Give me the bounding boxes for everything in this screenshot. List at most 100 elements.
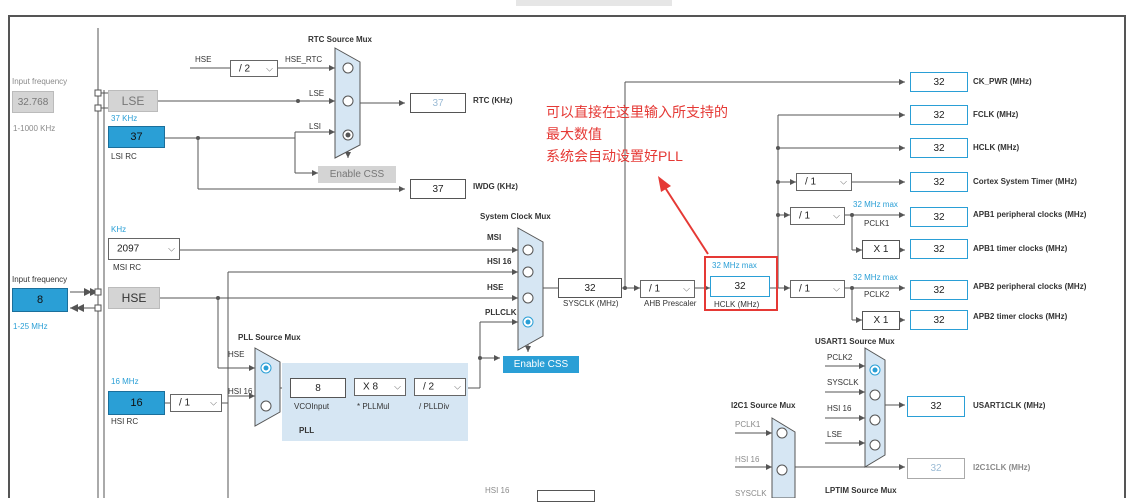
pll-mux-hsi16-label: HSI 16 <box>228 387 253 396</box>
sys-mux-msi-label: MSI <box>487 233 502 242</box>
rtc-hse-label: HSE <box>195 55 212 64</box>
chevron-down-icon: ⌵ <box>168 243 175 254</box>
chevron-down-icon: ⌵ <box>454 381 461 392</box>
apb2-peripheral-label: APB2 peripheral clocks (MHz) <box>973 282 1087 291</box>
i2c1-mux-title: I2C1 Source Mux <box>731 401 796 410</box>
ahb-prescaler-select[interactable]: / 1 ⌵ <box>640 280 695 298</box>
i2c1-hsi16-label: HSI 16 <box>735 455 760 464</box>
sysclk-value[interactable]: 32 <box>558 278 622 298</box>
usart1-lse-label: LSE <box>827 430 843 439</box>
pll-mux-hse-label: HSE <box>228 350 245 359</box>
fclk-label: FCLK (MHz) <box>973 110 1019 119</box>
apb2-peripheral-value[interactable]: 32 <box>910 280 968 300</box>
hse-range: 1-25 MHz <box>13 322 48 331</box>
ahb-prescaler-label: AHB Prescaler <box>644 299 697 308</box>
annotation-line3: 系统会自动设置好PLL <box>546 148 683 164</box>
lse-range: 1-1000 KHz <box>13 124 56 133</box>
cortex-timer-divider-select[interactable]: / 1 ⌵ <box>796 173 852 191</box>
apb2-timer-value[interactable]: 32 <box>910 310 968 330</box>
usart1clk-label: USART1CLK (MHz) <box>973 401 1046 410</box>
chevron-down-icon: ⌵ <box>394 381 401 392</box>
apb1-peripheral-value[interactable]: 32 <box>910 207 968 227</box>
annotation-line2: 最大数值 <box>546 126 602 142</box>
rtc-hse-divider-select[interactable]: / 2 ⌵ <box>230 60 278 77</box>
pll-mul-label: * PLLMul <box>357 402 390 411</box>
pll-mul-select[interactable]: X 8 ⌵ <box>354 378 406 396</box>
iwdg-label: IWDG (KHz) <box>473 182 518 191</box>
hse-oscillator[interactable]: HSE <box>108 287 160 309</box>
usart1-hsi16-label: HSI 16 <box>827 404 852 413</box>
sys-mux-hsi16-label: HSI 16 <box>487 257 512 266</box>
apb2-timer-label: APB2 timer clocks (MHz) <box>973 312 1068 321</box>
msi-rc-label: MSI RC <box>113 263 141 272</box>
sys-mux-hse-label: HSE <box>487 283 504 292</box>
ck-pwr-value[interactable]: 32 <box>910 72 968 92</box>
hse-rtc-label: HSE_RTC <box>285 55 323 64</box>
vco-input-value[interactable]: 8 <box>290 378 346 398</box>
apb1-timer-value[interactable]: 32 <box>910 239 968 259</box>
bottom-partial-box <box>537 490 595 502</box>
ck-pwr-label: CK_PWR (MHz) <box>973 77 1032 86</box>
apb1-timer-multiplier: X 1 <box>862 240 900 259</box>
hse-input-frequency-value[interactable]: 8 <box>12 288 68 312</box>
iwdg-value[interactable]: 37 <box>410 179 466 199</box>
hsi-rc-value[interactable]: 16 <box>108 391 165 415</box>
apb1-prescaler-select[interactable]: / 1 ⌵ <box>790 207 845 225</box>
pll-div-select[interactable]: / 2 ⌵ <box>414 378 466 396</box>
hclk-out-value[interactable]: 32 <box>910 138 968 158</box>
hsi-rc-label: HSI RC <box>111 417 139 426</box>
pclk1-label: PCLK1 <box>864 219 890 228</box>
pll-mux-title: PLL Source Mux <box>238 333 301 342</box>
chevron-down-icon: ⌵ <box>210 397 217 408</box>
rtc-output-label: RTC (KHz) <box>473 96 513 105</box>
msi-frequency-select[interactable]: 2097 ⌵ <box>108 238 180 260</box>
apb2-timer-multiplier: X 1 <box>862 311 900 330</box>
lsi-rc-value[interactable]: 37 <box>108 126 165 148</box>
chevron-down-icon: ⌵ <box>840 176 847 187</box>
cortex-timer-value[interactable]: 32 <box>910 172 968 192</box>
sys-mux-pllclk-label: PLLCLK <box>485 308 517 317</box>
hsi-frequency: 16 MHz <box>111 377 139 386</box>
apb2-max: 32 MHz max <box>853 273 898 282</box>
usart1clk-value[interactable]: 32 <box>907 396 965 417</box>
lse-input-frequency-label: Input frequency <box>12 77 68 86</box>
hclk-out-label: HCLK (MHz) <box>973 143 1020 152</box>
apb2-prescaler-select[interactable]: / 1 ⌵ <box>790 280 845 298</box>
rtc-lse-label: LSE <box>309 89 325 98</box>
apb1-timer-label: APB1 timer clocks (MHz) <box>973 244 1068 253</box>
apb1-max: 32 MHz max <box>853 200 898 209</box>
cortex-timer-label: Cortex System Timer (MHz) <box>973 177 1077 186</box>
pll-div-label: / PLLDiv <box>419 402 450 411</box>
apb1-peripheral-label: APB1 peripheral clocks (MHz) <box>973 210 1087 219</box>
i2c1clk-value[interactable]: 32 <box>907 458 965 479</box>
hse-input-frequency-label: Input frequency <box>12 275 68 284</box>
chevron-down-icon: ⌵ <box>266 63 273 73</box>
lse-input-frequency-value[interactable]: 32.768 <box>12 91 54 113</box>
rtc-mux-title: RTC Source Mux <box>308 35 373 44</box>
chevron-down-icon: ⌵ <box>833 283 840 294</box>
usart1-pclk2-label: PCLK2 <box>827 353 853 362</box>
i2c1clk-label: I2C1CLK (MHz) <box>973 463 1031 472</box>
vco-input-label: VCOInput <box>294 402 330 411</box>
fclk-value[interactable]: 32 <box>910 105 968 125</box>
pll-label: PLL <box>299 426 315 435</box>
bottom-hsi16-label: HSI 16 <box>485 486 510 495</box>
lptim-mux-title: LPTIM Source Mux <box>825 486 897 495</box>
i2c1-pclk1-label: PCLK1 <box>735 420 761 429</box>
lsi-rc-label: LSI RC <box>111 152 137 161</box>
pclk2-label: PCLK2 <box>864 290 890 299</box>
chevron-down-icon: ⌵ <box>683 283 690 294</box>
sys-enable-css-button[interactable]: Enable CSS <box>503 356 579 373</box>
chevron-down-icon: ⌵ <box>833 210 840 221</box>
rtc-output-value[interactable]: 37 <box>410 93 466 113</box>
hsi-divider-select[interactable]: / 1 ⌵ <box>170 394 222 412</box>
usart1-mux-title: USART1 Source Mux <box>815 337 895 346</box>
lse-oscillator[interactable]: LSE <box>108 90 158 112</box>
msi-unit: KHz <box>111 225 127 234</box>
annotation-highlight-box <box>704 256 778 311</box>
rtc-enable-css-button[interactable]: Enable CSS <box>318 166 396 183</box>
sysclk-label: SYSCLK (MHz) <box>563 299 619 308</box>
lsi-frequency: 37 KHz <box>111 114 138 123</box>
system-clock-mux-title: System Clock Mux <box>480 212 551 221</box>
rtc-lsi-label: LSI <box>309 122 322 131</box>
